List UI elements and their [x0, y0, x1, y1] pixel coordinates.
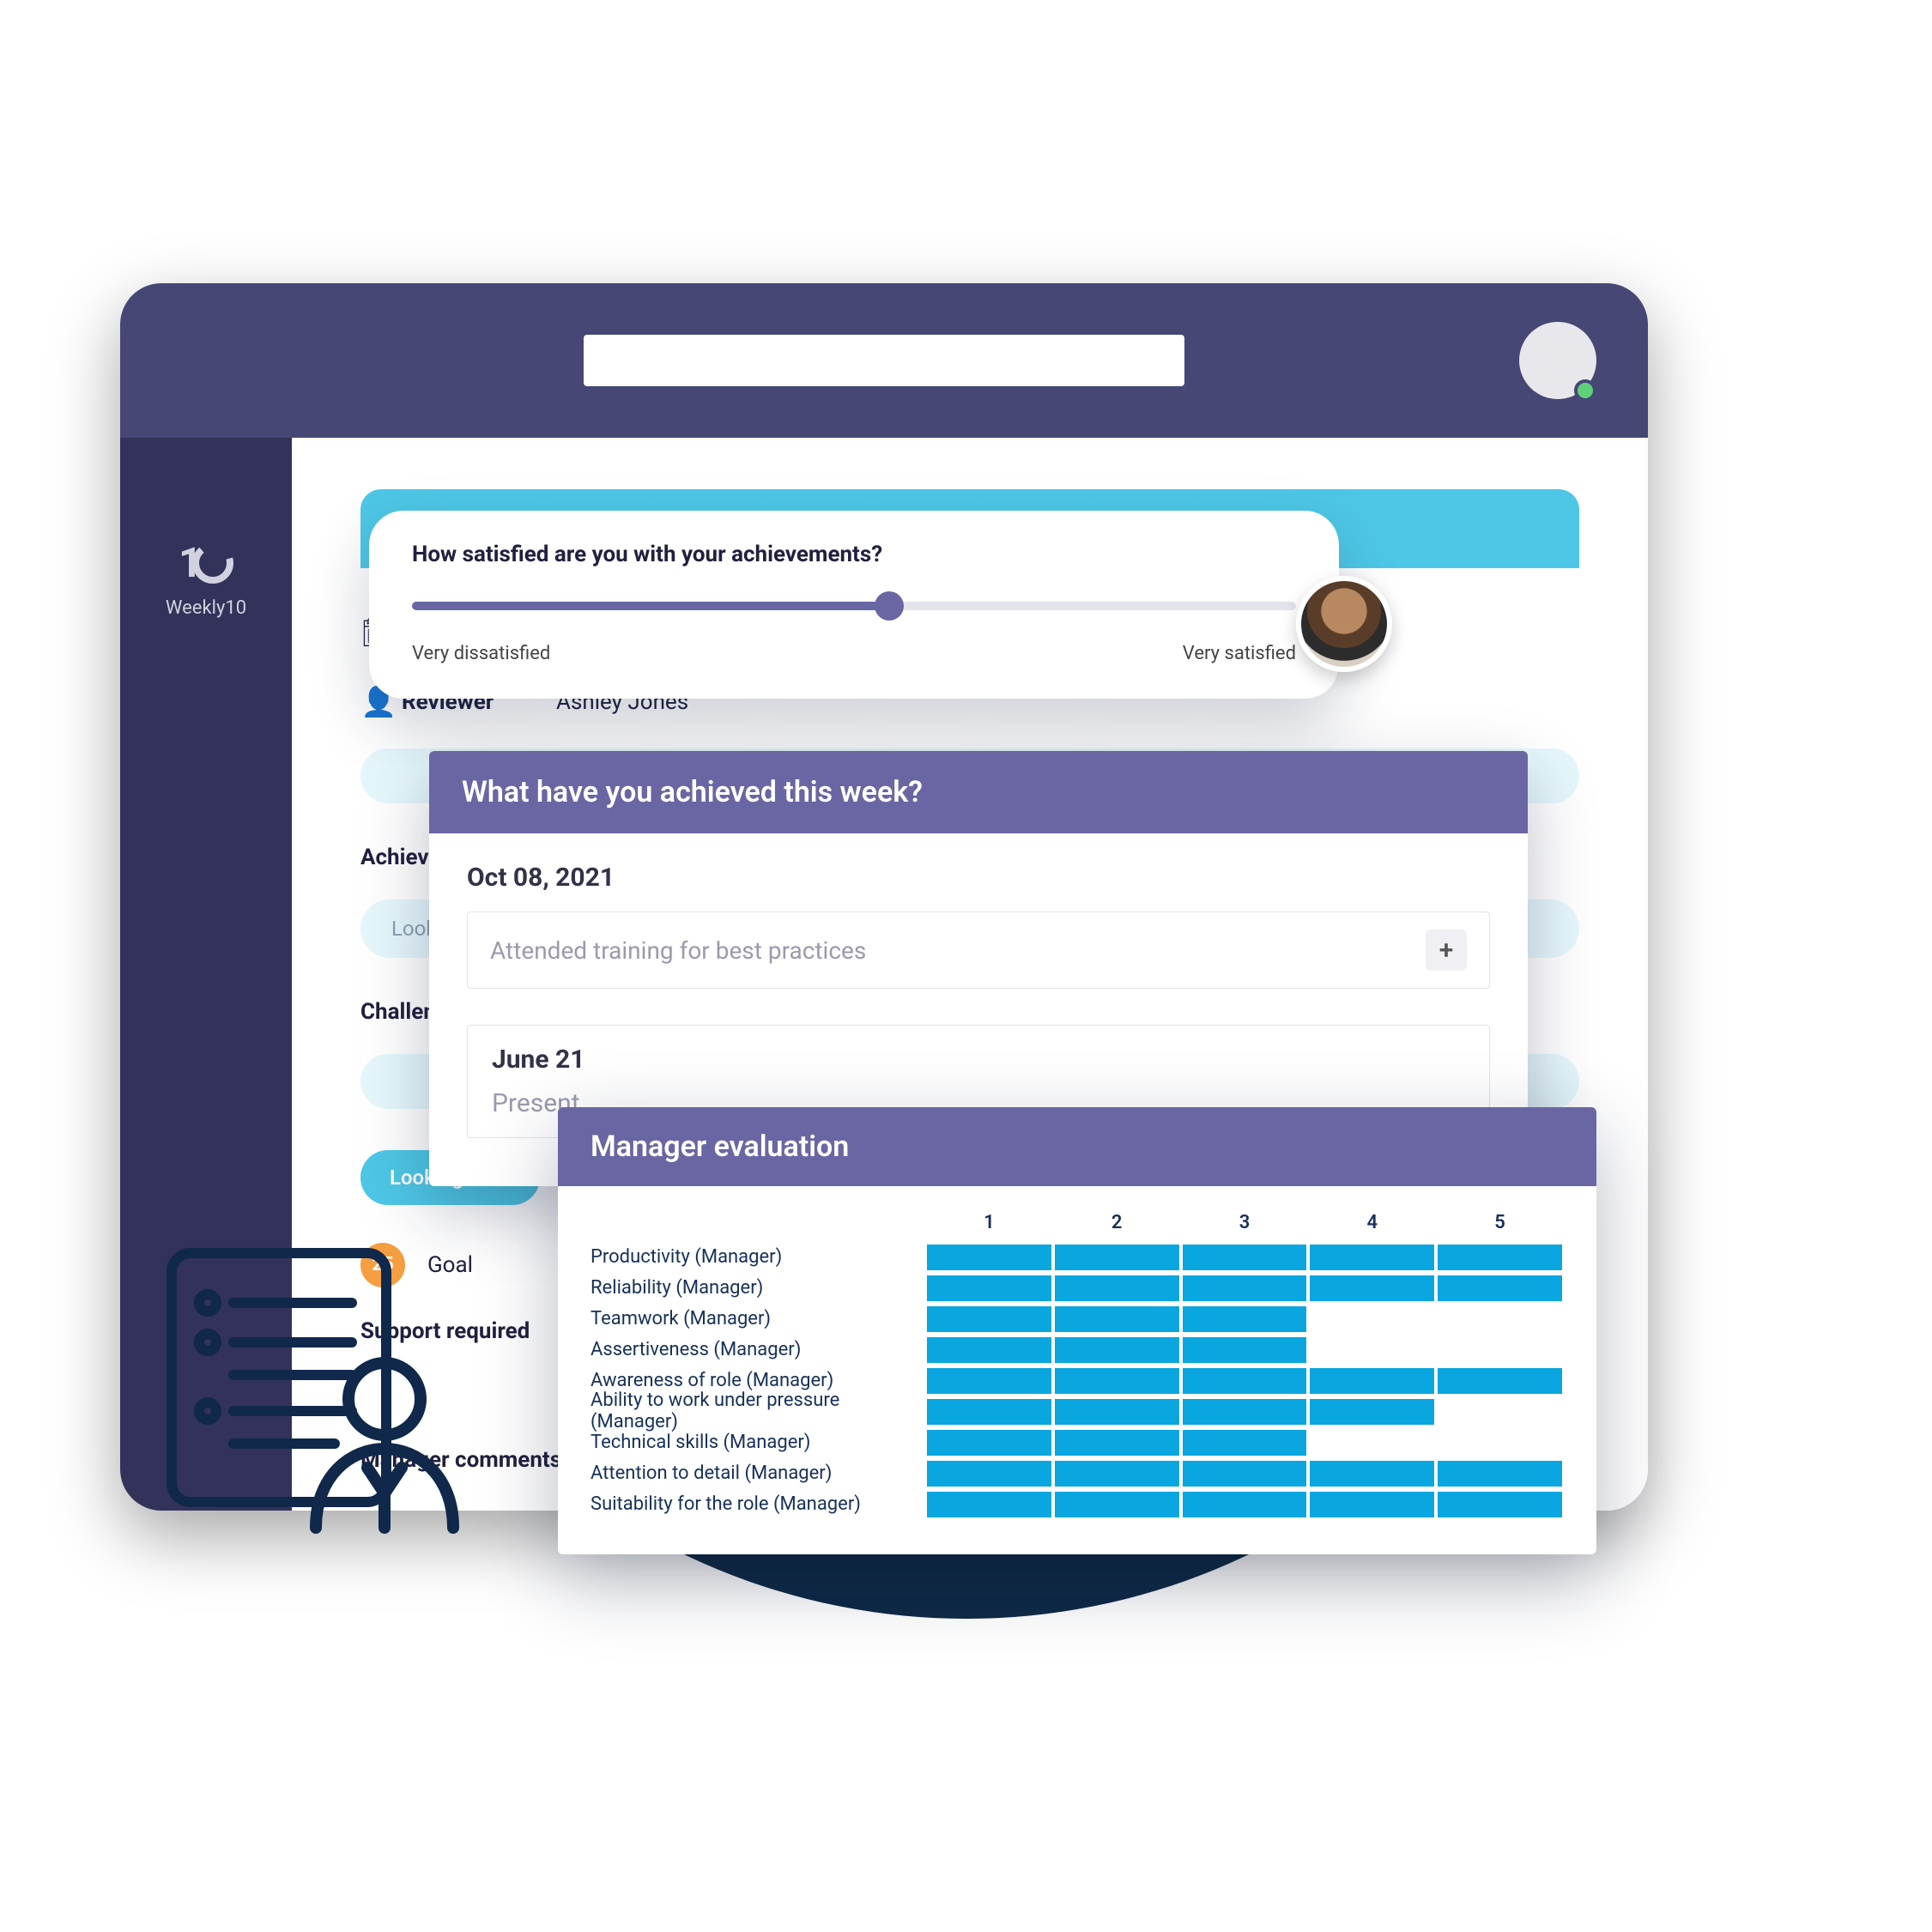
evaluation-bar-segment [1438, 1492, 1562, 1517]
evaluation-bar-segment [1183, 1368, 1307, 1394]
achievement-placeholder: Attended training for best practices [490, 936, 866, 965]
evaluation-row-label: Productivity (Manager) [591, 1241, 925, 1272]
evaluation-bar-segment [927, 1368, 1051, 1394]
evaluation-bar-segment [1055, 1461, 1179, 1487]
satisfaction-slider[interactable] [412, 591, 1296, 622]
evaluation-bar-row [925, 1427, 1564, 1458]
evaluation-row-labels: Productivity (Manager)Reliability (Manag… [591, 1212, 925, 1520]
evaluation-bar-segment [1055, 1430, 1179, 1456]
evaluation-bar-row [925, 1242, 1564, 1273]
evaluation-bar-segment [1055, 1275, 1179, 1301]
evaluation-bar-segment [1183, 1275, 1307, 1301]
evaluation-bar-segment [1438, 1245, 1562, 1270]
satisfaction-card: How satisfied are you with your achievem… [369, 511, 1339, 699]
current-date-label: Oct 08, 2021 [467, 863, 1490, 893]
evaluation-bar-segment [927, 1337, 1051, 1363]
evaluation-bar-segment [1183, 1461, 1307, 1487]
evaluation-bar-segment [1055, 1245, 1179, 1270]
scale-cell: 2 [1053, 1212, 1181, 1242]
evaluation-row-label: Teamwork (Manager) [591, 1303, 925, 1334]
evaluation-bar-segment [1183, 1306, 1307, 1332]
slider-min-label: Very dissatisfied [412, 643, 550, 664]
evaluation-bar-segment [1183, 1492, 1307, 1517]
evaluation-bar-segment [1438, 1368, 1562, 1394]
evaluation-bar-segment [1183, 1337, 1307, 1363]
evaluation-bar-segment [1310, 1337, 1434, 1363]
evaluation-bar-row [925, 1304, 1564, 1335]
satisfaction-question: How satisfied are you with your achievem… [412, 542, 1296, 567]
evaluation-card: Manager evaluation Productivity (Manager… [558, 1107, 1596, 1554]
evaluation-row-label: Ability to work under pressure (Manager) [591, 1396, 925, 1426]
evaluation-bar-segment [1183, 1245, 1307, 1270]
evaluation-bar-segment [1310, 1245, 1434, 1270]
evaluation-bar-segment [927, 1461, 1051, 1487]
sidebar-item-weekly10[interactable]: 1 Weekly10 [166, 532, 246, 619]
evaluation-bar-row [925, 1489, 1564, 1520]
evaluation-bar-segment [1310, 1275, 1434, 1301]
evaluation-bar-segment [1310, 1430, 1434, 1456]
evaluation-bar-segment [1438, 1461, 1562, 1487]
achievement-input[interactable]: Attended training for best practices + [467, 911, 1490, 989]
weekly10-icon: 1 [166, 532, 246, 594]
evaluation-bar-segment [1310, 1461, 1434, 1487]
evaluation-row-label: Reliability (Manager) [591, 1272, 925, 1303]
evaluation-bar-segment [1055, 1368, 1179, 1394]
evaluation-bar-segment [927, 1245, 1051, 1270]
evaluation-bar-segment [1055, 1306, 1179, 1332]
slider-thumb[interactable] [875, 591, 904, 621]
evaluation-bar-segment [1183, 1399, 1307, 1425]
evaluation-bar-segment [1438, 1306, 1562, 1332]
evaluation-bar-row [925, 1273, 1564, 1304]
evaluation-bar-segment [927, 1399, 1051, 1425]
evaluation-bar-segment [927, 1306, 1051, 1332]
scale-cell: 1 [925, 1212, 1053, 1242]
previous-date-label: June 21 [492, 1045, 1465, 1075]
evaluation-card-title: Manager evaluation [558, 1107, 1596, 1186]
evaluation-row-label: Assertiveness (Manager) [591, 1334, 925, 1365]
add-achievement-button[interactable]: + [1426, 930, 1467, 971]
evaluation-bar-segment [1310, 1492, 1434, 1517]
evaluation-bar-row [925, 1458, 1564, 1489]
evaluation-bar-segment [1183, 1430, 1307, 1456]
evaluation-row-label: Attention to detail (Manager) [591, 1457, 925, 1488]
evaluation-bar-segment [1438, 1430, 1562, 1456]
user-avatar[interactable] [1296, 576, 1392, 672]
evaluation-bar-segment [1310, 1368, 1434, 1394]
scale-cell: 4 [1308, 1212, 1436, 1242]
search-input[interactable] [584, 335, 1184, 386]
slider-fill [412, 602, 889, 610]
evaluation-bar-segment [1438, 1399, 1562, 1425]
evaluation-bar-row [925, 1396, 1564, 1427]
evaluation-bar-segment [927, 1492, 1051, 1517]
evaluation-bar-segment [1310, 1399, 1434, 1425]
scale-cell: 5 [1436, 1212, 1564, 1242]
evaluation-bar-segment [1055, 1399, 1179, 1425]
evaluation-grid: 12345 [925, 1212, 1564, 1520]
report-person-illustration [154, 1227, 472, 1536]
evaluation-bar-segment [1438, 1275, 1562, 1301]
evaluation-row-label: Suitability for the role (Manager) [591, 1488, 925, 1519]
evaluation-bar-segment [1310, 1306, 1434, 1332]
evaluation-bar-row [925, 1335, 1564, 1366]
presence-indicator [1574, 379, 1596, 402]
sidebar-item-label: Weekly10 [166, 597, 246, 619]
evaluation-bar-segment [1055, 1492, 1179, 1517]
evaluation-bar-segment [927, 1430, 1051, 1456]
evaluation-bar-segment [927, 1275, 1051, 1301]
slider-max-label: Very satisfied [1183, 643, 1296, 664]
titlebar [120, 283, 1648, 438]
evaluation-bar-segment [1055, 1337, 1179, 1363]
achievements-card-title: What have you achieved this week? [429, 751, 1528, 833]
evaluation-bar-row [925, 1366, 1564, 1396]
evaluation-scale-row: 12345 [925, 1212, 1564, 1242]
scale-cell: 3 [1181, 1212, 1309, 1242]
evaluation-bar-segment [1438, 1337, 1562, 1363]
